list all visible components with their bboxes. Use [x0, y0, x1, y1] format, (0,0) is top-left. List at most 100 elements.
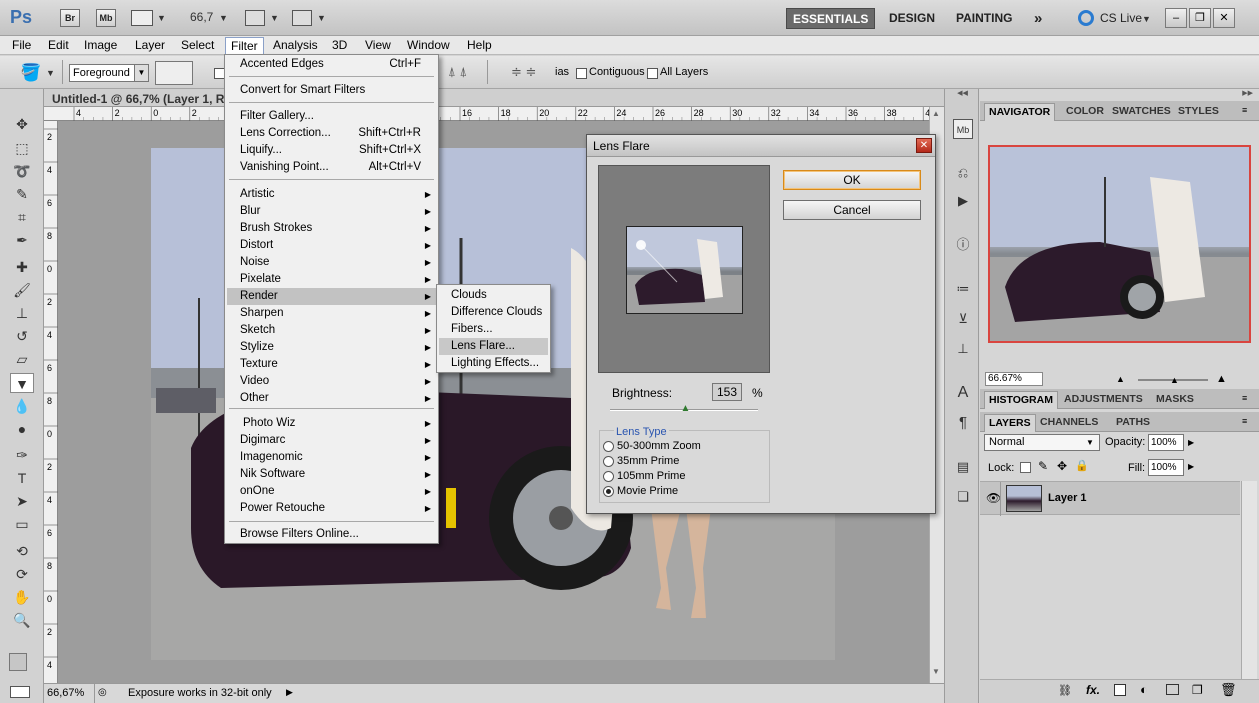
- delete-layer-icon[interactable]: 🗑: [1220, 682, 1237, 698]
- menu-edit[interactable]: Edit: [43, 37, 74, 54]
- history-icon[interactable]: ⎌: [953, 163, 973, 183]
- fill-input[interactable]: 100%: [1148, 459, 1184, 476]
- tab-swatches[interactable]: SWATCHES: [1108, 103, 1175, 121]
- filter-submenu-video[interactable]: Video ▶: [227, 373, 436, 390]
- browse-filters-online-item[interactable]: Browse Filters Online...: [227, 526, 436, 543]
- brightness-slider-thumb[interactable]: ▲: [680, 403, 690, 414]
- menu-help[interactable]: Help: [462, 37, 497, 54]
- menu-3d[interactable]: 3D: [327, 37, 352, 54]
- cslive-button[interactable]: CS Live: [1094, 8, 1148, 29]
- vanishing-point-item[interactable]: Vanishing Point... Alt+Ctrl+V: [227, 159, 436, 176]
- filter-gallery-item[interactable]: Filter Gallery...: [227, 108, 436, 125]
- chevron-down-icon[interactable]: ▼: [157, 13, 166, 23]
- menu-window[interactable]: Window: [402, 37, 455, 54]
- close-icon[interactable]: ✕: [916, 138, 932, 153]
- plugin-submenu-onone[interactable]: onOne ▶: [227, 483, 436, 500]
- plugin-submenu-photo-wiz[interactable]: Photo Wiz ▶: [227, 415, 436, 432]
- radio-button[interactable]: [603, 470, 614, 482]
- menu-analysis[interactable]: Analysis: [268, 37, 323, 54]
- chevron-down-icon[interactable]: ▼: [134, 65, 148, 81]
- filter-submenu-pixelate[interactable]: Pixelate ▶: [227, 271, 436, 288]
- link-layers-icon[interactable]: ⛓: [1058, 684, 1072, 697]
- filter-submenu-noise[interactable]: Noise ▶: [227, 254, 436, 271]
- menu-layer[interactable]: Layer: [130, 37, 170, 54]
- filter-submenu-texture[interactable]: Texture ▶: [227, 356, 436, 373]
- menu-filter[interactable]: Filter: [225, 37, 264, 54]
- add-mask-icon[interactable]: [1114, 684, 1126, 696]
- blur-tool-icon[interactable]: 💧: [10, 396, 34, 416]
- opacity-input[interactable]: 100%: [1148, 434, 1184, 451]
- workspace-painting[interactable]: PAINTING: [950, 8, 1018, 29]
- tab-color[interactable]: COLOR: [1062, 103, 1108, 121]
- info-icon[interactable]: ⓘ: [953, 235, 973, 255]
- tab-paths[interactable]: PATHS: [1112, 414, 1154, 432]
- status-zoom[interactable]: 66,67%: [47, 687, 84, 699]
- navigator-preview[interactable]: [988, 145, 1251, 343]
- zoom-in-icon[interactable]: ▲: [1216, 373, 1227, 385]
- radio-button[interactable]: [603, 440, 614, 452]
- adjustment-layer-icon[interactable]: ◐: [1140, 682, 1148, 697]
- marquee-tool-icon[interactable]: ⬚: [10, 138, 34, 158]
- tab-histogram[interactable]: HISTOGRAM: [984, 391, 1058, 409]
- minimize-button[interactable]: –: [1165, 8, 1187, 28]
- opacity-arrow[interactable]: ▶: [1188, 438, 1194, 447]
- foreground-color-swatch[interactable]: [9, 653, 27, 671]
- panel-menu-icon[interactable]: ≡: [1242, 393, 1247, 403]
- brushes-icon[interactable]: ≔: [953, 279, 973, 299]
- lens-type-option[interactable]: Movie Prime: [603, 485, 678, 497]
- chevron-down-icon[interactable]: ▼: [46, 68, 55, 78]
- layer-name[interactable]: Layer 1: [1048, 492, 1087, 504]
- preview-thumbnail[interactable]: [626, 226, 743, 314]
- flare-preview[interactable]: [598, 165, 770, 373]
- tool-presets-icon[interactable]: ⊥: [953, 339, 973, 359]
- zoom-out-icon[interactable]: ▲: [1116, 374, 1125, 384]
- move-tool-icon[interactable]: ✥: [10, 114, 34, 134]
- last-filter-item[interactable]: Accented Edges Ctrl+F: [227, 56, 436, 73]
- status-menu-arrow[interactable]: ▶: [286, 687, 293, 698]
- tab-adjustments[interactable]: ADJUSTMENTS: [1060, 391, 1147, 409]
- mini-bridge-button[interactable]: Mb: [96, 9, 116, 27]
- convert-smart-filters-item[interactable]: Convert for Smart Filters: [227, 82, 436, 99]
- actions-icon[interactable]: ▶: [953, 191, 973, 211]
- all-layers-checkbox[interactable]: [647, 66, 658, 80]
- shape-tool-icon[interactable]: ▭: [10, 514, 34, 534]
- panel-menu-icon[interactable]: ≡: [1242, 416, 1247, 426]
- eyedropper-tool-icon[interactable]: ✒: [10, 230, 34, 250]
- character-icon[interactable]: A: [953, 383, 973, 403]
- tab-channels[interactable]: CHANNELS: [1036, 414, 1102, 432]
- chevron-down-icon[interactable]: ▼: [219, 13, 228, 23]
- layer-row[interactable]: 👁 Layer 1: [980, 481, 1240, 516]
- tab-navigator[interactable]: NAVIGATOR: [984, 103, 1056, 121]
- brush-tool-icon[interactable]: 🖌: [10, 280, 34, 300]
- screen-mode-icon[interactable]: [292, 10, 312, 26]
- clone-stamp-icon[interactable]: ⊥: [10, 303, 34, 323]
- menu-file[interactable]: File: [7, 37, 36, 54]
- history-brush-icon[interactable]: ↺: [10, 326, 34, 346]
- contiguous-checkbox[interactable]: [576, 66, 587, 80]
- type-tool-icon[interactable]: T: [10, 468, 34, 488]
- fill-arrow[interactable]: ▶: [1188, 462, 1194, 471]
- filter-submenu-sketch[interactable]: Sketch ▶: [227, 322, 436, 339]
- menu-view[interactable]: View: [360, 37, 396, 54]
- filter-submenu-distort[interactable]: Distort ▶: [227, 237, 436, 254]
- scroll-down-arrow[interactable]: ▼: [932, 667, 940, 676]
- view-extras-icon[interactable]: [131, 10, 153, 26]
- path-selection-icon[interactable]: ➤: [10, 491, 34, 511]
- brightness-input[interactable]: 153: [712, 383, 742, 401]
- navigator-slider-thumb[interactable]: ▲: [1170, 375, 1179, 385]
- clone-source-icon[interactable]: ⊻: [953, 309, 973, 329]
- navigator-zoom-field[interactable]: 66.67%: [985, 372, 1043, 386]
- quick-mask-icon[interactable]: [10, 686, 30, 698]
- paragraph-icon[interactable]: ¶: [953, 413, 973, 433]
- blend-mode-select[interactable]: Normal: [984, 434, 1100, 451]
- filter-submenu-sharpen[interactable]: Sharpen ▶: [227, 305, 436, 322]
- plugin-submenu-imagenomic[interactable]: Imagenomic ▶: [227, 449, 436, 466]
- chevron-down-icon[interactable]: ▼: [1086, 438, 1094, 447]
- document-tab[interactable]: Untitled-1 @ 66,7% (Layer 1, R: [44, 89, 944, 107]
- close-button[interactable]: ✕: [1213, 8, 1235, 28]
- filter-submenu-render[interactable]: Render ▶: [227, 288, 436, 305]
- dodge-tool-icon[interactable]: ●: [10, 419, 34, 439]
- scroll-up-arrow[interactable]: ▲: [932, 109, 940, 118]
- filter-submenu-other[interactable]: Other ▶: [227, 390, 436, 407]
- lens-correction-item[interactable]: Lens Correction... Shift+Ctrl+R: [227, 125, 436, 142]
